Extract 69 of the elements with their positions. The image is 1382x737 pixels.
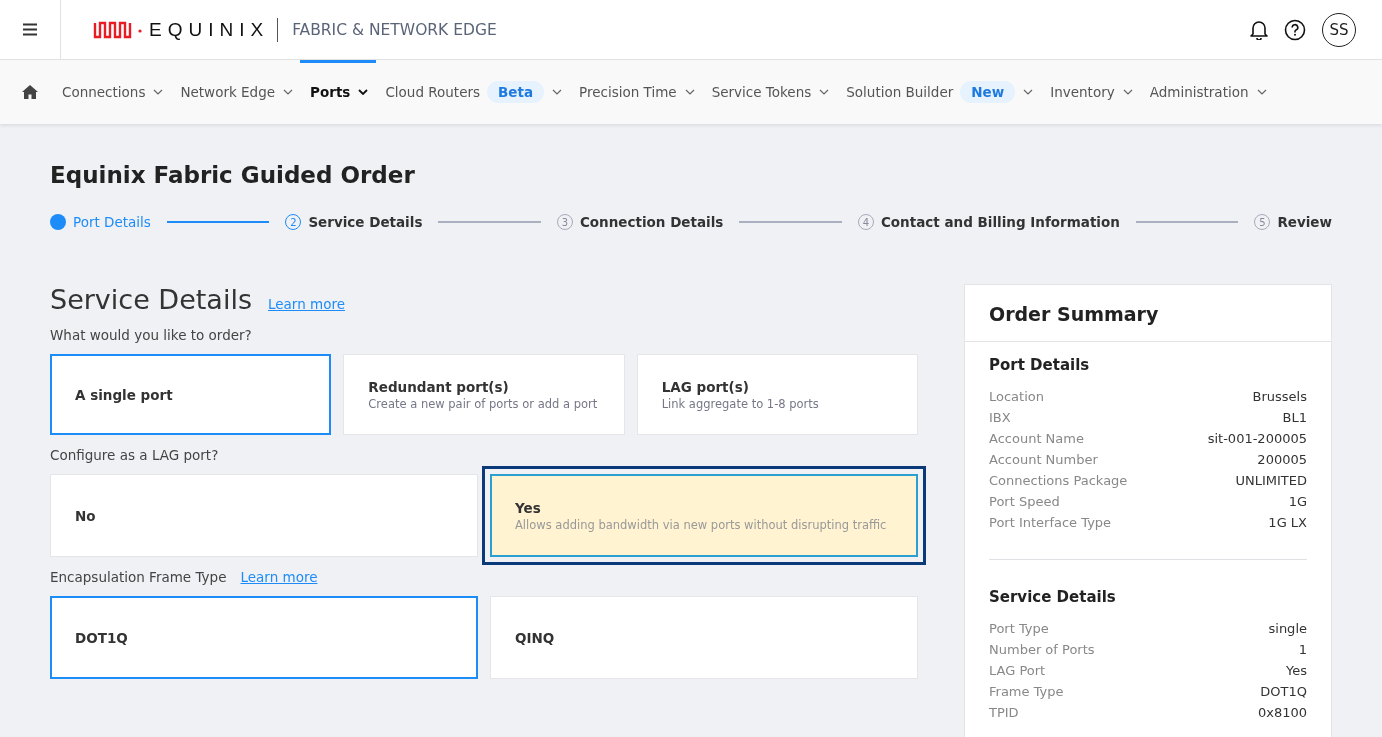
- chevron-down-icon: [684, 89, 695, 95]
- option-card[interactable]: No: [50, 474, 478, 557]
- nav-menu-item[interactable]: Cloud Routers Beta: [385, 60, 563, 124]
- chevron-down-icon: [1122, 89, 1133, 95]
- nav-menu-item[interactable]: Connections: [62, 60, 164, 124]
- summary-label: Account Number: [989, 451, 1098, 469]
- summary-value: 1G LX: [1268, 514, 1307, 532]
- chevron-down-icon: [552, 89, 563, 95]
- option-card[interactable]: A single port: [50, 354, 332, 435]
- question-label: What would you like to order?: [50, 327, 252, 343]
- chevron-down-icon: [819, 89, 830, 95]
- summary-label: LAG Port: [989, 662, 1046, 680]
- summary-value: 0x8100: [1257, 704, 1307, 722]
- nav-badge: Beta: [487, 81, 545, 103]
- summary-value: 1G: [1288, 493, 1307, 511]
- step-label: Review: [1277, 214, 1332, 230]
- summary-value: single: [1268, 620, 1307, 638]
- question-label: Configure as a LAG port?: [50, 447, 219, 463]
- summary-value: UNLIMITED: [1235, 472, 1307, 490]
- summary-label: Connections Package: [989, 472, 1128, 490]
- summary-value: 1: [1298, 641, 1307, 659]
- option-card[interactable]: QINQ: [490, 596, 918, 679]
- summary-label: Location: [989, 388, 1044, 406]
- help-icon[interactable]: [1284, 18, 1306, 41]
- nav-badge: New: [960, 81, 1016, 103]
- option-card[interactable]: DOT1Q: [50, 596, 478, 679]
- summary-label: Port Interface Type: [989, 514, 1112, 532]
- nav-menu-item[interactable]: Administration: [1149, 60, 1267, 124]
- summary-section-title: Service Details: [989, 588, 1117, 606]
- summary-value: 200005: [1257, 451, 1307, 469]
- question-label: Encapsulation Frame Type: [50, 569, 227, 585]
- summary-value: Yes: [1286, 662, 1307, 680]
- nav-menu-item[interactable]: Solution Builder New: [846, 60, 1034, 124]
- nav-menu-item[interactable]: Inventory: [1050, 60, 1133, 124]
- summary-label: Port Speed: [989, 493, 1060, 511]
- summary-value: Brussels: [1252, 388, 1307, 406]
- summary-value: DOT1Q: [1260, 683, 1307, 701]
- step-label: Port Details: [73, 214, 151, 230]
- step-label: Service Details: [308, 214, 423, 230]
- summary-label: TPID: [989, 704, 1019, 722]
- summary-value: BL1: [1282, 409, 1307, 427]
- menu-icon[interactable]: [22, 23, 38, 36]
- summary-label: IBX: [989, 409, 1011, 427]
- summary-title: Order Summary: [989, 303, 1160, 325]
- summary-label: Number of Ports: [989, 641, 1095, 659]
- summary-value: sit-001-200005: [1207, 430, 1307, 448]
- chevron-down-icon: [153, 89, 164, 95]
- summary-label: Account Name: [989, 430, 1084, 448]
- option-card[interactable]: Redundant port(s) Create a new pair of ports or add a port: [343, 354, 625, 435]
- bell-icon[interactable]: [1250, 19, 1268, 40]
- chevron-down-icon: [283, 89, 294, 95]
- nav-menu-item[interactable]: Network Edge: [180, 60, 294, 124]
- section-title: Service Details: [50, 284, 252, 315]
- step-label: Connection Details: [579, 214, 724, 230]
- step-label: Contact and Billing Information: [880, 214, 1120, 230]
- chevron-down-icon: [1023, 89, 1034, 95]
- product-name: FABRIC & NETWORK EDGE: [292, 20, 497, 39]
- option-card[interactable]: LAG port(s) Link aggregate to 1-8 ports: [636, 354, 918, 435]
- summary-label: Port Type: [989, 620, 1049, 638]
- nav-menu-item[interactable]: Precision Time: [579, 60, 695, 124]
- nav-menu-item[interactable]: Service Tokens: [711, 60, 830, 124]
- summary-label: Frame Type: [989, 683, 1064, 701]
- chevron-down-icon: [358, 89, 369, 95]
- logo-wordmark: EQUINIX: [149, 18, 270, 41]
- summary-section-title: Port Details: [989, 356, 1091, 374]
- page-title: Equinix Fabric Guided Order: [50, 162, 416, 188]
- chevron-down-icon: [1256, 89, 1267, 95]
- option-card[interactable]: Yes Allows adding bandwidth via new ports without disrupting traffic: [490, 474, 918, 557]
- home-icon[interactable]: [22, 85, 38, 99]
